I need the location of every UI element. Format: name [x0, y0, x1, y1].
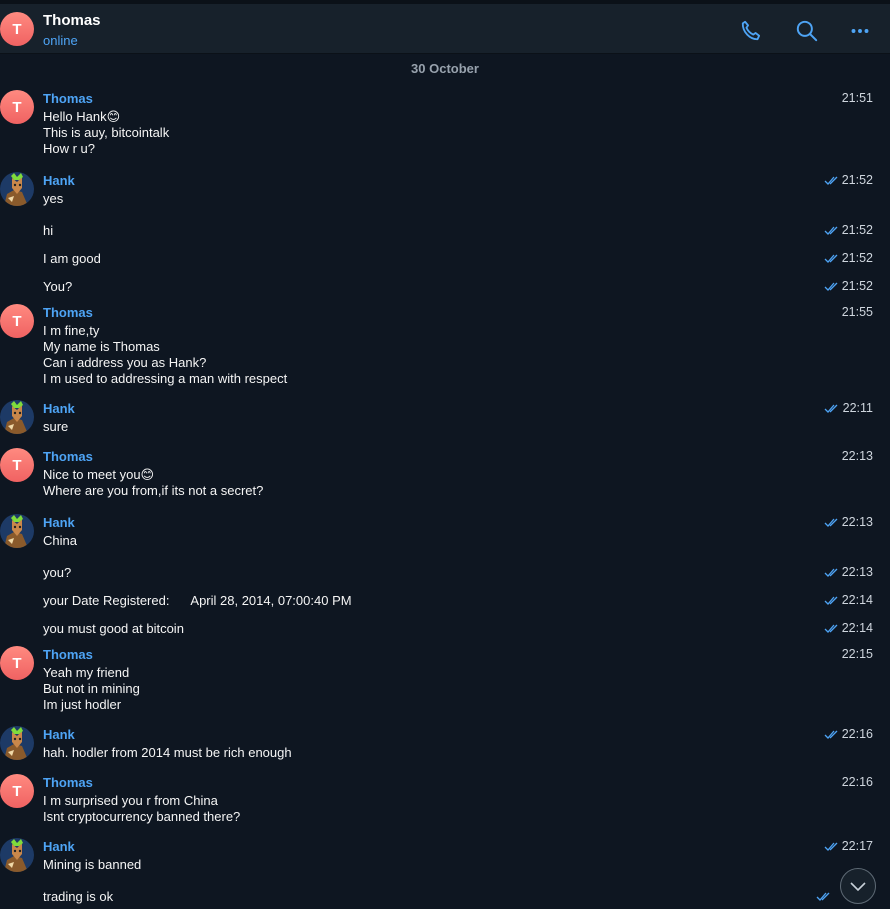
- message-sender[interactable]: Thomas: [43, 647, 93, 662]
- message-text: your Date Registered: April 28, 2014, 07…: [43, 593, 352, 608]
- message-text: yes: [43, 191, 64, 206]
- message-text: This is auy, bitcointalk: [43, 125, 170, 140]
- read-ticks-icon: [824, 730, 838, 739]
- message-text: You?: [43, 279, 73, 294]
- avatar[interactable]: T: [0, 304, 34, 338]
- message-time: 22:15: [841, 647, 873, 661]
- message-text: you?: [43, 565, 72, 580]
- avatar[interactable]: [0, 726, 34, 760]
- message-text: I m used to addressing a man with respec…: [43, 371, 288, 386]
- message-time: 22:14: [841, 621, 873, 635]
- message-sender[interactable]: Thomas: [43, 449, 93, 464]
- avatar[interactable]: T: [0, 646, 34, 680]
- message-time: 22:13: [841, 515, 873, 529]
- message-time: 22:11: [842, 401, 873, 415]
- avatar[interactable]: [0, 838, 34, 872]
- message-time: 22:13: [841, 449, 873, 463]
- chat-title[interactable]: Thomas: [43, 12, 101, 29]
- message-sender[interactable]: Hank: [43, 401, 75, 416]
- more-icon[interactable]: [847, 18, 873, 44]
- avatar[interactable]: T: [0, 774, 34, 808]
- avatar[interactable]: T: [0, 448, 34, 482]
- message-time: 22:13: [841, 565, 873, 579]
- message-time: 21:55: [841, 305, 873, 319]
- message-time: 21:52: [841, 173, 873, 187]
- message-text: Can i address you as Hank?: [43, 355, 207, 370]
- message-sender[interactable]: Hank: [43, 515, 75, 530]
- read-ticks-icon: [824, 254, 838, 263]
- message-sender[interactable]: Thomas: [43, 91, 93, 106]
- message-text: Yeah my friend: [43, 665, 130, 680]
- message-time: 22:16: [841, 727, 873, 741]
- message-text: I am good: [43, 251, 101, 266]
- avatar[interactable]: [0, 172, 34, 206]
- message-text: How r u?: [43, 141, 96, 156]
- message-text: Nice to meet you😊: [43, 467, 155, 482]
- message-sender[interactable]: Thomas: [43, 775, 93, 790]
- message-time: 21:51: [841, 91, 873, 105]
- message-time: 22:14: [841, 593, 873, 607]
- message-text: I m surprised you r from China: [43, 793, 218, 808]
- read-ticks-icon: [824, 176, 838, 185]
- message-text: Mining is banned: [43, 857, 142, 872]
- phone-icon[interactable]: [738, 18, 764, 44]
- message-time: 22:17: [841, 839, 873, 853]
- avatar[interactable]: [0, 514, 34, 548]
- message-text: Im just hodler: [43, 697, 122, 712]
- chat-avatar[interactable]: T: [0, 12, 34, 46]
- read-ticks-icon: [824, 596, 838, 605]
- message-text: you must good at bitcoin: [43, 621, 184, 636]
- message-sender[interactable]: Hank: [43, 839, 75, 854]
- chevron-down-icon: [850, 882, 866, 892]
- read-ticks-icon: [824, 404, 838, 413]
- read-ticks-icon: [824, 624, 838, 633]
- message-sender[interactable]: Hank: [43, 727, 75, 742]
- search-icon[interactable]: [794, 18, 820, 44]
- read-ticks-icon: [816, 892, 830, 901]
- message-text: hi: [43, 223, 54, 238]
- scroll-down-button[interactable]: [840, 868, 876, 904]
- read-ticks-icon: [824, 282, 838, 291]
- message-text: trading is ok: [43, 889, 114, 904]
- message-text: sure: [43, 419, 69, 434]
- message-text: But not in mining: [43, 681, 140, 696]
- avatar[interactable]: T: [0, 90, 34, 124]
- message-text: I m fine,ty: [43, 323, 100, 338]
- message-text: Hello Hank😊: [43, 109, 121, 124]
- message-time: 21:52: [841, 223, 873, 237]
- message-text: China: [43, 533, 77, 548]
- message-time: 21:52: [841, 251, 873, 265]
- message-time: 21:52: [841, 279, 873, 293]
- read-ticks-icon: [824, 518, 838, 527]
- message-text: Where are you from,if its not a secret?: [43, 483, 264, 498]
- message-time: 22:16: [841, 775, 873, 789]
- chat-status: online: [43, 33, 78, 48]
- read-ticks-icon: [824, 842, 838, 851]
- message-sender[interactable]: Thomas: [43, 305, 93, 320]
- message-sender[interactable]: Hank: [43, 173, 75, 188]
- date-separator: 30 October: [411, 61, 479, 76]
- message-text: My name is Thomas: [43, 339, 160, 354]
- chat-header: T Thomas online: [0, 0, 890, 54]
- message-text: hah. hodler from 2014 must be rich enoug…: [43, 745, 292, 760]
- read-ticks-icon: [824, 568, 838, 577]
- read-ticks-icon: [824, 226, 838, 235]
- avatar[interactable]: [0, 400, 34, 434]
- message-text: Isnt cryptocurrency banned there?: [43, 809, 241, 824]
